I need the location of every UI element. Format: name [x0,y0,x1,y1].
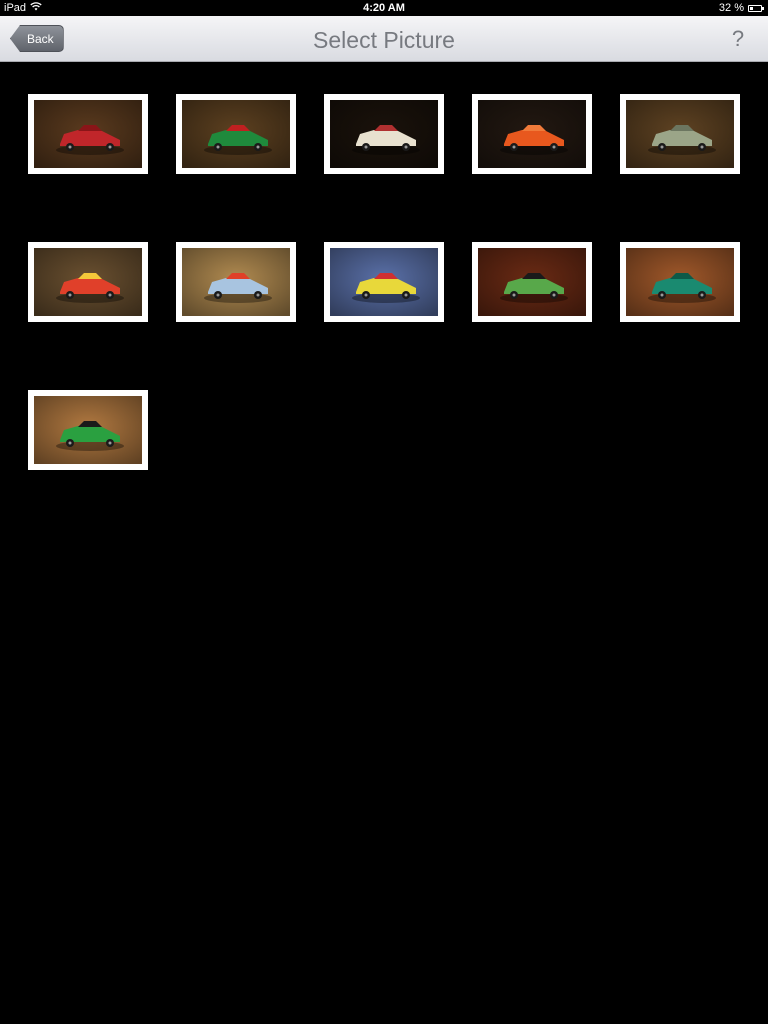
toy-car-photo [182,100,290,168]
picture-thumbnail[interactable] [620,242,740,322]
battery-icon [748,4,764,12]
toy-car-photo [626,100,734,168]
status-right: 32 % [718,0,764,16]
clock: 4:20 AM [363,2,405,14]
picture-thumbnail[interactable] [324,242,444,322]
toy-car-photo [478,248,586,316]
toy-car-photo [626,248,734,316]
picture-thumbnail[interactable] [28,94,148,174]
toy-car-photo [478,100,586,168]
status-bar: iPad 4:20 AM 32 % [0,0,768,16]
picture-thumbnail[interactable] [620,94,740,174]
toy-car-photo [182,248,290,316]
picture-thumbnail[interactable] [28,242,148,322]
picture-thumbnail[interactable] [176,94,296,174]
picture-thumbnail[interactable] [28,390,148,470]
help-button[interactable]: ? [728,26,748,52]
page-title: Select Picture [313,27,455,53]
toy-car-photo [34,248,142,316]
toy-car-photo [330,248,438,316]
picture-thumbnail[interactable] [176,242,296,322]
navigation-bar: Back Select Picture ? [0,16,768,62]
toy-car-photo [34,396,142,464]
toy-car-photo [330,100,438,168]
picture-thumbnail[interactable] [472,242,592,322]
battery-percent: 32 % [718,2,744,14]
toy-car-photo [34,100,142,168]
picture-thumbnail[interactable] [324,94,444,174]
picture-thumbnail[interactable] [472,94,592,174]
